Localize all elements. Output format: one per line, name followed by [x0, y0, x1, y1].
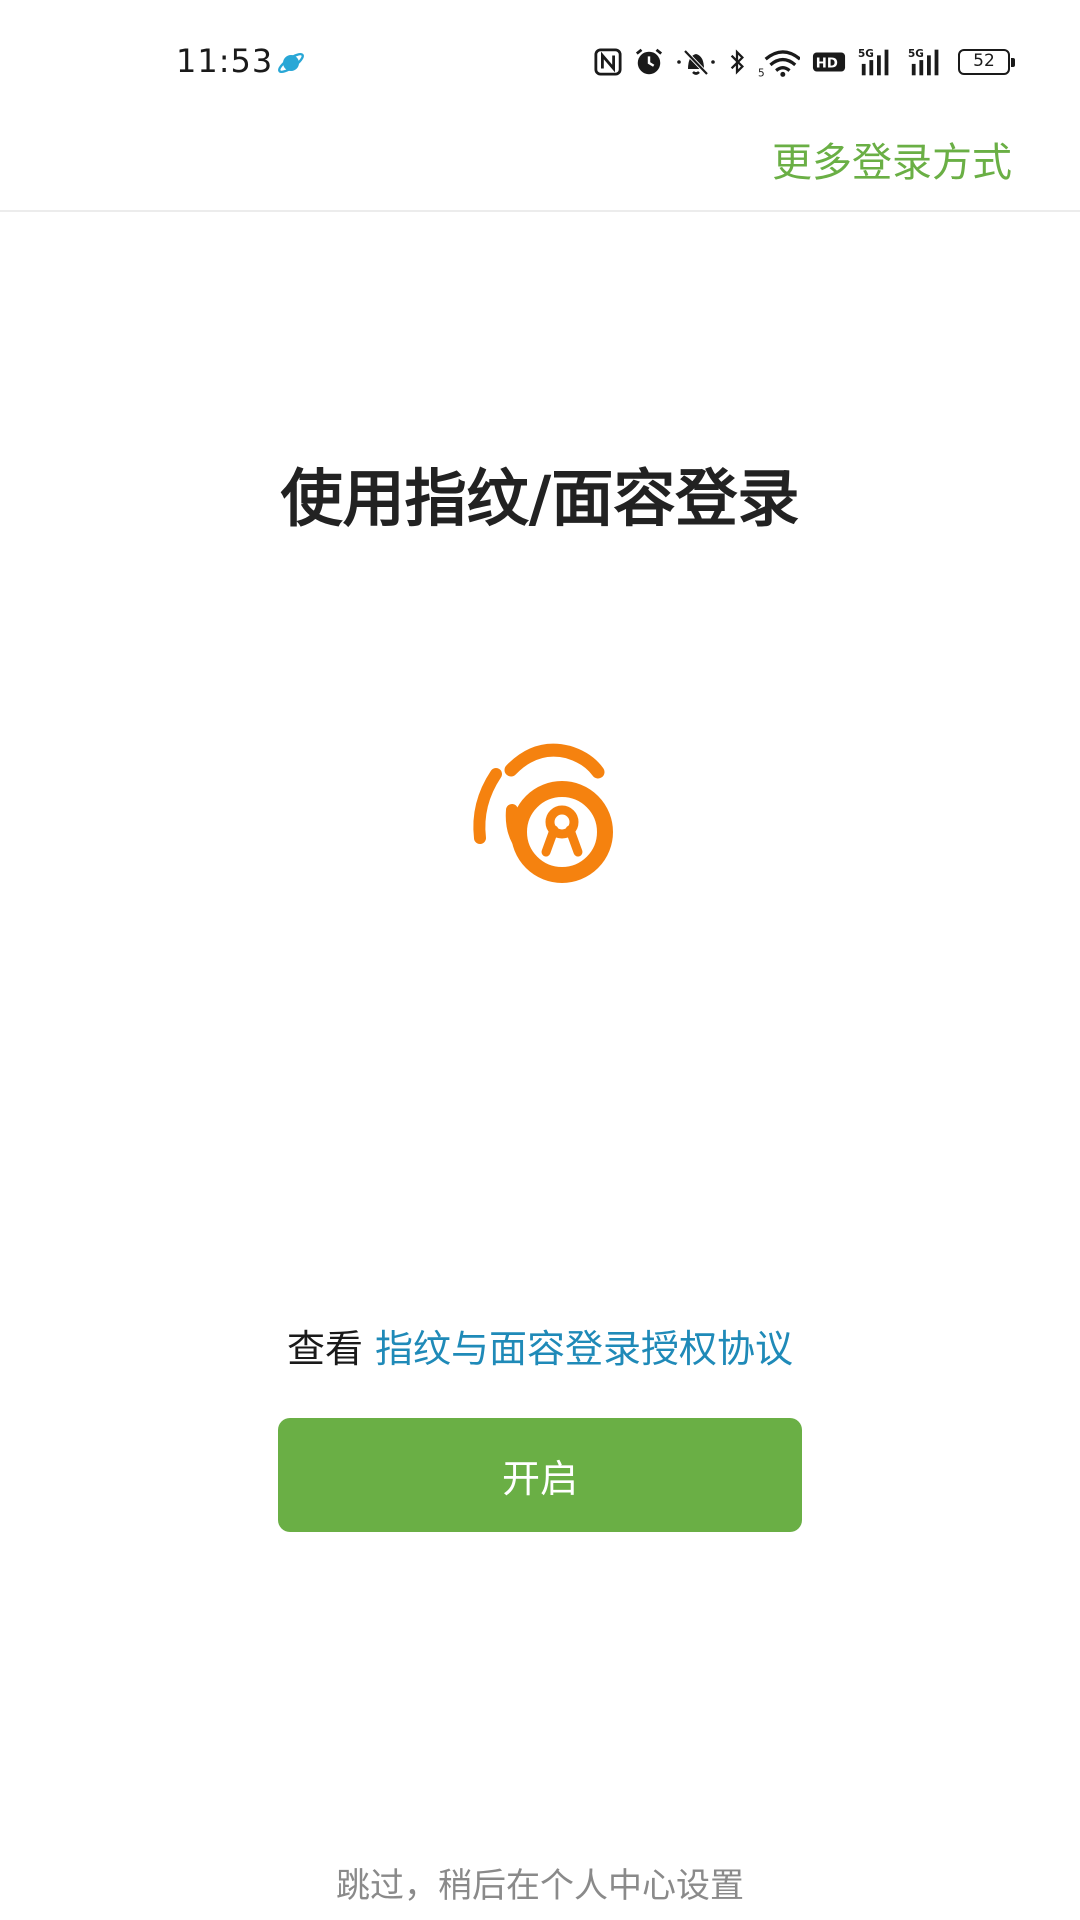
skip-button[interactable]: 跳过，稍后在个人中心设置: [0, 1858, 1080, 1907]
agreement-link[interactable]: 指纹与面容登录授权协议: [375, 1327, 793, 1371]
status-bar: 11:53 5 HD 5G 5G 52: [0, 0, 1080, 110]
nfc-icon: [594, 48, 622, 76]
svg-text:5: 5: [758, 67, 765, 78]
alarm-icon: [635, 48, 663, 75]
hd-icon: HD: [812, 52, 846, 72]
svg-text:HD: HD: [816, 57, 838, 72]
battery-icon: 52: [958, 49, 1015, 75]
mute-icon: [677, 49, 715, 76]
fingerprint-lock-icon: [473, 743, 613, 883]
status-time: 11:53: [176, 42, 274, 80]
svg-text:5G: 5G: [858, 48, 874, 60]
planet-icon: [278, 52, 304, 74]
agreement-prefix: 查看: [286, 1327, 363, 1371]
page-title: 使用指纹/面容登录: [280, 462, 800, 535]
screen: 11:53 5 HD 5G 5G 52 更多登录方式 使用指纹/面容登录 查看 …: [0, 0, 1080, 1920]
more-login-methods-button[interactable]: 更多登录方式: [772, 130, 1012, 188]
wifi-icon: 5: [758, 50, 800, 78]
agreement-row: 查看 指纹与面容登录授权协议: [0, 1318, 1080, 1373]
enable-button[interactable]: 开启: [278, 1418, 802, 1532]
status-icons: 5 HD 5G 5G 52: [594, 44, 1015, 80]
signal-5g-icon: 5G: [908, 48, 939, 76]
signal-5g-icon: 5G: [858, 48, 889, 76]
svg-text:5G: 5G: [908, 48, 924, 60]
app-bar: 更多登录方式: [0, 110, 1080, 212]
bluetooth-icon: [730, 49, 744, 75]
battery-level: 52: [973, 51, 995, 71]
